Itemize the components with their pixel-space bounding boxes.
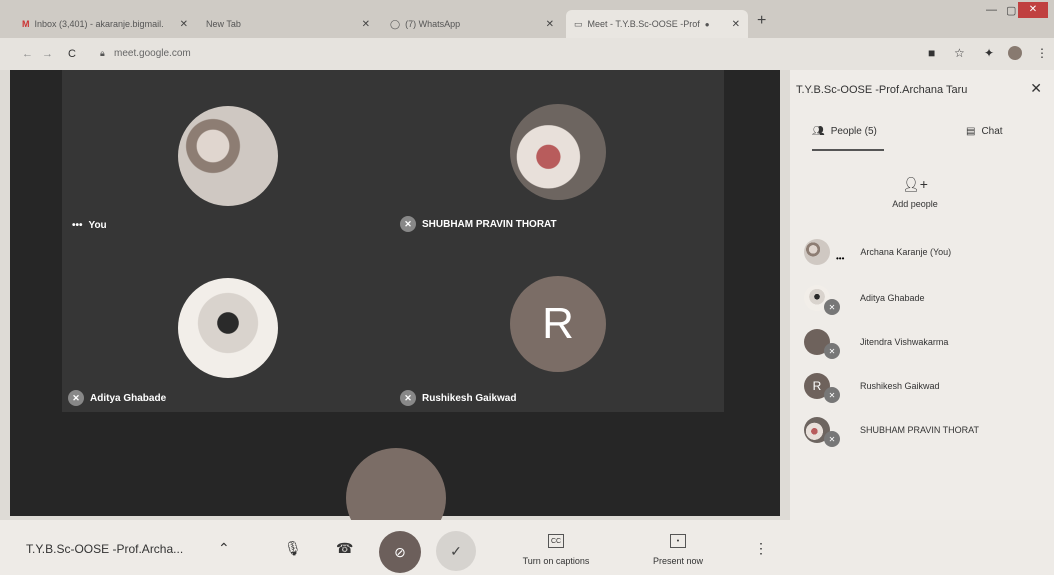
participant-name: SHUBHAM PRAVIN THORAT xyxy=(422,218,557,230)
microphone-icon[interactable]: 🎙︎ xyxy=(284,540,302,557)
avatar xyxy=(510,104,606,200)
menu-icon[interactable]: ⋮ xyxy=(1036,46,1048,60)
panel-title: T.Y.B.Sc-OOSE -Prof.Archana Taru xyxy=(796,84,968,96)
avatar: ✕ xyxy=(804,285,840,315)
present-icon[interactable]: • xyxy=(670,534,686,548)
more-icon[interactable]: ••• xyxy=(836,254,844,263)
close-icon[interactable]: ✕ xyxy=(1030,80,1042,97)
maximize-icon[interactable]: ▢ xyxy=(1006,4,1016,17)
video-grid xyxy=(62,70,724,412)
add-people-label: Add people xyxy=(892,199,938,209)
person-name: SHUBHAM PRAVIN THORAT xyxy=(860,425,980,435)
back-icon[interactable]: ← xyxy=(22,48,33,60)
profile-avatar[interactable] xyxy=(1008,46,1022,60)
present-label[interactable]: Present now xyxy=(636,556,720,566)
mic-off-icon: ✕ xyxy=(824,343,840,359)
address-bar: ← → C 🔒︎ meet.google.com ■ ☆ ✦ ⋮ xyxy=(0,38,1054,70)
close-icon[interactable]: ✕ xyxy=(180,19,188,30)
tab-label: (7) WhatsApp xyxy=(405,19,461,29)
list-item[interactable]: ••• Archana Karanje (You) xyxy=(804,234,1044,270)
activities-button[interactable]: ✓ xyxy=(436,531,476,571)
tile-name-shubham: ✕ SHUBHAM PRAVIN THORAT xyxy=(400,216,557,232)
participant-name: Aditya Ghabade xyxy=(90,392,167,404)
more-icon[interactable]: ••• xyxy=(72,220,83,231)
tab-chat[interactable]: ▤ Chat xyxy=(966,126,1003,137)
avatar: R ✕ xyxy=(804,373,840,403)
camera-off-icon: ⊘ xyxy=(394,543,406,560)
avatar xyxy=(804,239,830,265)
tab-meet[interactable]: ▭ Meet - T.Y.B.Sc-OOSE -Prof ● ✕ xyxy=(566,10,748,38)
tab-label: Chat xyxy=(981,126,1003,137)
tab-label: Inbox (3,401) - akaranje.bigmail. xyxy=(34,19,164,29)
gmail-icon: M xyxy=(22,19,30,29)
tab-gmail[interactable]: M Inbox (3,401) - akaranje.bigmail. ✕ xyxy=(14,12,196,36)
mic-off-icon: ✕ xyxy=(824,299,840,315)
tile-name-rushikesh: ✕ Rushikesh Gaikwad xyxy=(400,390,516,406)
captions-label[interactable]: Turn on captions xyxy=(504,556,608,566)
tab-new[interactable]: New Tab ✕ xyxy=(198,12,378,36)
captions-icon[interactable]: CC xyxy=(548,534,564,548)
avatar xyxy=(178,106,278,206)
avatar-letter: R xyxy=(812,379,822,393)
person-name: Rushikesh Gaikwad xyxy=(860,381,940,391)
recording-dot-icon: ● xyxy=(704,19,710,29)
tab-label: Meet - T.Y.B.Sc-OOSE -Prof xyxy=(587,19,700,29)
avatar: ✕ xyxy=(804,329,840,359)
reload-icon[interactable]: C xyxy=(68,48,76,60)
star-icon[interactable]: ☆ xyxy=(954,46,965,60)
avatar xyxy=(178,278,278,378)
person-name: Aditya Ghabade xyxy=(860,293,925,303)
camera-off-button[interactable]: ⊘ xyxy=(379,531,421,573)
tab-whatsapp[interactable]: ◯ (7) WhatsApp ✕ xyxy=(382,12,562,36)
hang-up-icon[interactable]: ☎︎ xyxy=(336,540,353,557)
chat-icon: ▤ xyxy=(966,126,976,137)
tab-underline xyxy=(812,149,884,151)
person-name: Archana Karanje (You) xyxy=(860,247,952,257)
browser-tab-bar: M Inbox (3,401) - akaranje.bigmail. ✕ Ne… xyxy=(0,0,1054,38)
list-item[interactable]: ✕ Aditya Ghabade xyxy=(804,280,1044,316)
check-icon: ✓ xyxy=(450,542,462,559)
close-icon[interactable]: ✕ xyxy=(362,19,370,30)
people-panel: T.Y.B.Sc-OOSE -Prof.Archana Taru ✕ 👥︎ Pe… xyxy=(790,70,1054,520)
minimize-icon[interactable]: — xyxy=(986,4,997,16)
list-item[interactable]: ✕ SHUBHAM PRAVIN THORAT xyxy=(804,412,1044,448)
whatsapp-icon: ◯ xyxy=(390,18,401,29)
window-close-icon[interactable]: ✕ xyxy=(1018,2,1048,18)
tab-people[interactable]: 👥︎ People (5) xyxy=(812,126,877,137)
tab-label: New Tab xyxy=(206,19,241,29)
more-options-icon[interactable]: ⋮ xyxy=(754,540,768,557)
add-person-icon: 👤︎+ xyxy=(902,176,928,192)
extensions-icon[interactable]: ✦ xyxy=(984,46,994,60)
video-stage: ••• You ✕ SHUBHAM PRAVIN THORAT ✕ Aditya… xyxy=(10,70,780,548)
new-tab-button[interactable]: + xyxy=(757,12,766,30)
avatar: R xyxy=(510,276,606,372)
list-item[interactable]: R ✕ Rushikesh Gaikwad xyxy=(804,368,1044,404)
people-icon: 👥︎ xyxy=(812,126,825,137)
add-people-button[interactable]: 👤︎+ Add people xyxy=(880,176,950,209)
person-name: Jitendra Vishwakarma xyxy=(860,337,949,347)
close-icon[interactable]: ✕ xyxy=(732,19,740,30)
mic-off-icon: ✕ xyxy=(400,216,416,232)
close-icon[interactable]: ✕ xyxy=(546,19,554,30)
mic-off-icon: ✕ xyxy=(400,390,416,406)
tile-name-you: ••• You xyxy=(72,220,107,231)
list-item[interactable]: ✕ Jitendra Vishwakarma xyxy=(804,324,1044,360)
forward-icon[interactable]: → xyxy=(42,48,53,60)
mic-off-icon: ✕ xyxy=(68,390,84,406)
lock-icon: 🔒︎ xyxy=(100,48,105,58)
meeting-title[interactable]: T.Y.B.Sc-OOSE -Prof.Archa... xyxy=(26,542,183,556)
participant-name: You xyxy=(88,220,107,231)
camera-icon[interactable]: ■ xyxy=(928,46,935,60)
tab-label: People (5) xyxy=(830,126,877,137)
mic-off-icon: ✕ xyxy=(824,431,840,447)
mic-off-icon: ✕ xyxy=(824,387,840,403)
chevron-up-icon[interactable]: ⌃ xyxy=(218,540,230,557)
meet-icon: ▭ xyxy=(574,18,583,29)
participant-name: Rushikesh Gaikwad xyxy=(422,392,517,404)
url-field[interactable]: meet.google.com xyxy=(114,48,191,59)
avatar: ✕ xyxy=(804,417,840,447)
meeting-controls-bar: T.Y.B.Sc-OOSE -Prof.Archa... ⌃ 🎙︎ ☎︎ ⊘ ✓… xyxy=(0,520,1054,575)
tile-name-aditya: ✕ Aditya Ghabade xyxy=(68,390,166,406)
